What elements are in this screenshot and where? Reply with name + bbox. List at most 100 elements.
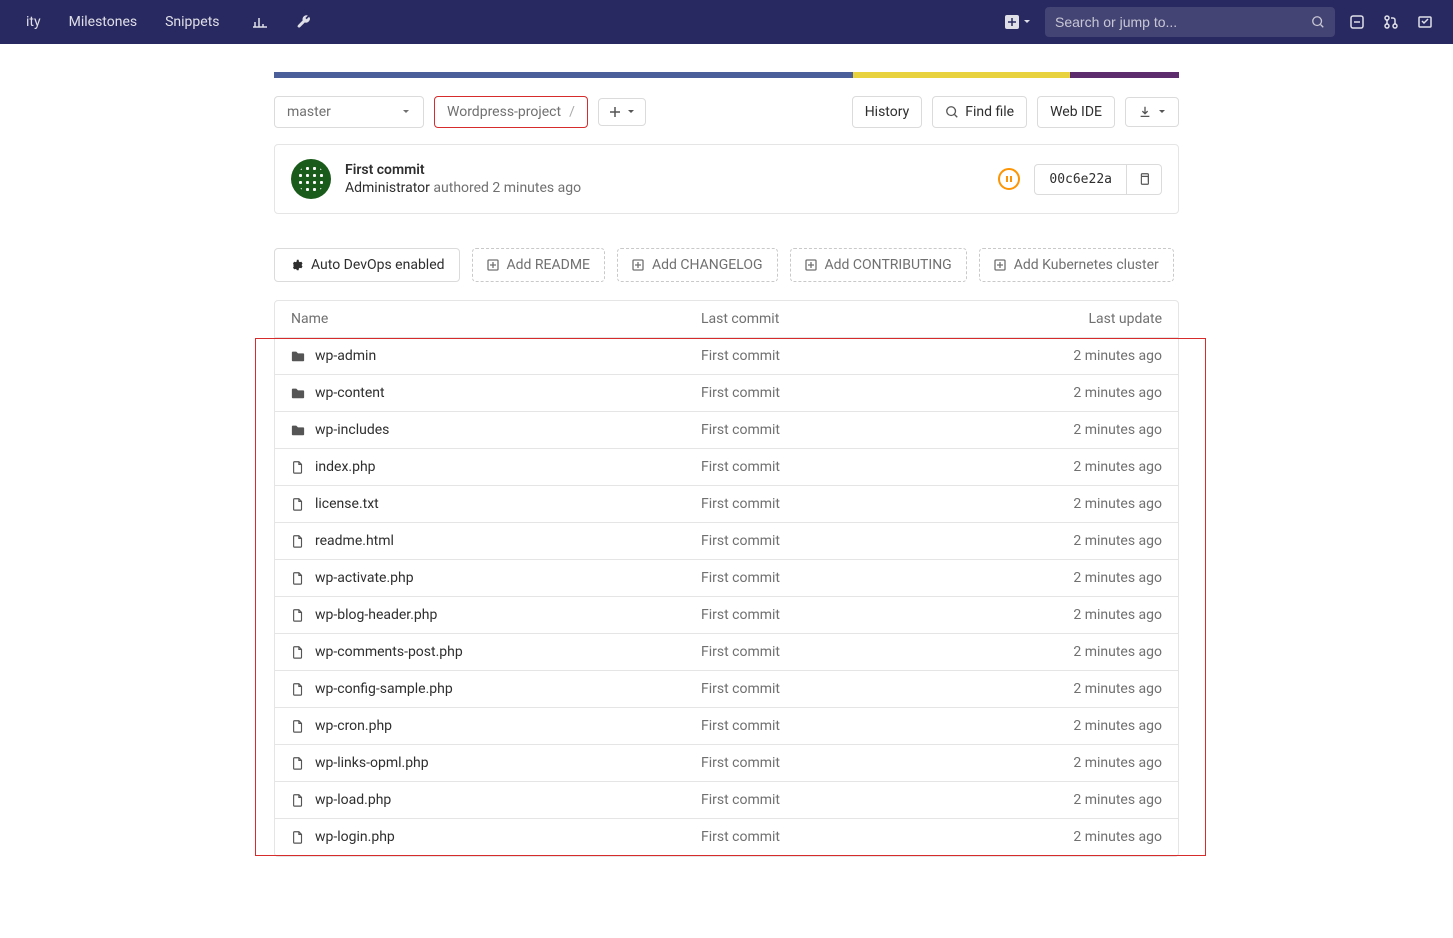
- plus-square-icon: [632, 259, 644, 271]
- file-update: 2 minutes ago: [1022, 496, 1162, 512]
- file-update: 2 minutes ago: [1022, 348, 1162, 364]
- file-commit[interactable]: First commit: [701, 755, 1022, 771]
- file-name[interactable]: readme.html: [291, 533, 701, 549]
- merge-requests-icon[interactable]: [1379, 10, 1403, 34]
- file-commit[interactable]: First commit: [701, 681, 1022, 697]
- table-row: wp-contentFirst commit2 minutes ago: [275, 375, 1178, 412]
- file-commit[interactable]: First commit: [701, 422, 1022, 438]
- table-row: wp-blog-header.phpFirst commit2 minutes …: [275, 597, 1178, 634]
- add-changelog-button[interactable]: Add CHANGELOG: [617, 248, 778, 282]
- file-commit[interactable]: First commit: [701, 459, 1022, 475]
- history-button[interactable]: History: [852, 96, 923, 128]
- file-commit[interactable]: First commit: [701, 385, 1022, 401]
- add-kubernetes-button[interactable]: Add Kubernetes cluster: [979, 248, 1174, 282]
- add-to-tree-dropdown[interactable]: [598, 98, 646, 126]
- issues-icon[interactable]: [1345, 10, 1369, 34]
- commit-title[interactable]: First commit: [345, 162, 984, 178]
- file-update: 2 minutes ago: [1022, 385, 1162, 401]
- file-update: 2 minutes ago: [1022, 718, 1162, 734]
- file-icon: [291, 830, 305, 844]
- create-new-dropdown[interactable]: [1001, 11, 1035, 33]
- branch-name: master: [287, 104, 331, 120]
- file-update: 2 minutes ago: [1022, 533, 1162, 549]
- file-icon: [291, 608, 305, 622]
- commit-sha[interactable]: 00c6e22a: [1034, 164, 1127, 195]
- file-icon: [291, 534, 305, 548]
- file-name[interactable]: wp-links-opml.php: [291, 755, 701, 771]
- file-commit[interactable]: First commit: [701, 533, 1022, 549]
- file-icon: [291, 756, 305, 770]
- file-name[interactable]: wp-cron.php: [291, 718, 701, 734]
- col-header-name: Name: [291, 311, 701, 327]
- file-name[interactable]: index.php: [291, 459, 701, 475]
- table-row: index.phpFirst commit2 minutes ago: [275, 449, 1178, 486]
- folder-icon: [291, 423, 305, 437]
- search-box[interactable]: [1045, 7, 1335, 37]
- file-commit[interactable]: First commit: [701, 496, 1022, 512]
- copy-sha-button[interactable]: [1127, 164, 1162, 195]
- file-name[interactable]: wp-login.php: [291, 829, 701, 845]
- pipeline-status-pending-icon[interactable]: [998, 168, 1020, 190]
- file-name[interactable]: wp-activate.php: [291, 570, 701, 586]
- commit-author[interactable]: Administrator: [345, 180, 430, 196]
- file-commit[interactable]: First commit: [701, 792, 1022, 808]
- gear-icon: [289, 258, 303, 272]
- file-commit[interactable]: First commit: [701, 570, 1022, 586]
- folder-icon: [291, 386, 305, 400]
- nav-activity[interactable]: ity: [16, 8, 51, 36]
- search-icon: [1311, 15, 1325, 29]
- find-file-button[interactable]: Find file: [932, 96, 1027, 128]
- web-ide-button[interactable]: Web IDE: [1037, 96, 1115, 128]
- auto-devops-button[interactable]: Auto DevOps enabled: [274, 248, 460, 282]
- breadcrumb[interactable]: Wordpress-project /: [434, 96, 588, 128]
- file-commit[interactable]: First commit: [701, 607, 1022, 623]
- file-update: 2 minutes ago: [1022, 644, 1162, 660]
- branch-selector[interactable]: master: [274, 96, 424, 128]
- table-row: wp-comments-post.phpFirst commit2 minute…: [275, 634, 1178, 671]
- file-name[interactable]: wp-config-sample.php: [291, 681, 701, 697]
- wrench-icon[interactable]: [292, 10, 316, 34]
- file-commit[interactable]: First commit: [701, 644, 1022, 660]
- file-update: 2 minutes ago: [1022, 681, 1162, 697]
- file-name[interactable]: wp-load.php: [291, 792, 701, 808]
- file-icon: [291, 460, 305, 474]
- copy-icon: [1137, 172, 1151, 186]
- file-update: 2 minutes ago: [1022, 459, 1162, 475]
- nav-milestones[interactable]: Milestones: [59, 8, 148, 36]
- last-commit-panel: First commit Administrator authored 2 mi…: [274, 144, 1179, 214]
- search-input[interactable]: [1055, 14, 1311, 30]
- file-update: 2 minutes ago: [1022, 829, 1162, 845]
- language-bar: [274, 72, 1179, 78]
- table-row: readme.htmlFirst commit2 minutes ago: [275, 523, 1178, 560]
- chevron-down-icon: [627, 108, 635, 116]
- col-header-commit: Last commit: [701, 311, 1022, 327]
- search-icon: [945, 105, 959, 119]
- analytics-icon[interactable]: [248, 10, 272, 34]
- add-readme-button[interactable]: Add README: [472, 248, 605, 282]
- file-name[interactable]: license.txt: [291, 496, 701, 512]
- file-name[interactable]: wp-blog-header.php: [291, 607, 701, 623]
- file-commit[interactable]: First commit: [701, 718, 1022, 734]
- commit-meta: Administrator authored 2 minutes ago: [345, 180, 984, 196]
- nav-snippets[interactable]: Snippets: [155, 8, 229, 36]
- table-row: wp-links-opml.phpFirst commit2 minutes a…: [275, 745, 1178, 782]
- table-row: license.txtFirst commit2 minutes ago: [275, 486, 1178, 523]
- file-commit[interactable]: First commit: [701, 348, 1022, 364]
- avatar[interactable]: [291, 159, 331, 199]
- plus-square-icon: [805, 259, 817, 271]
- breadcrumb-project: Wordpress-project: [447, 104, 561, 120]
- file-name[interactable]: wp-comments-post.php: [291, 644, 701, 660]
- download-dropdown[interactable]: [1125, 97, 1179, 127]
- table-row: wp-login.phpFirst commit2 minutes ago: [275, 819, 1178, 856]
- file-icon: [291, 793, 305, 807]
- add-contributing-button[interactable]: Add CONTRIBUTING: [790, 248, 967, 282]
- plus-square-icon: [994, 259, 1006, 271]
- file-icon: [291, 719, 305, 733]
- table-row: wp-includesFirst commit2 minutes ago: [275, 412, 1178, 449]
- file-commit[interactable]: First commit: [701, 829, 1022, 845]
- plus-icon: [609, 106, 621, 118]
- file-name[interactable]: wp-includes: [291, 422, 701, 438]
- file-name[interactable]: wp-admin: [291, 348, 701, 364]
- todos-icon[interactable]: [1413, 10, 1437, 34]
- file-name[interactable]: wp-content: [291, 385, 701, 401]
